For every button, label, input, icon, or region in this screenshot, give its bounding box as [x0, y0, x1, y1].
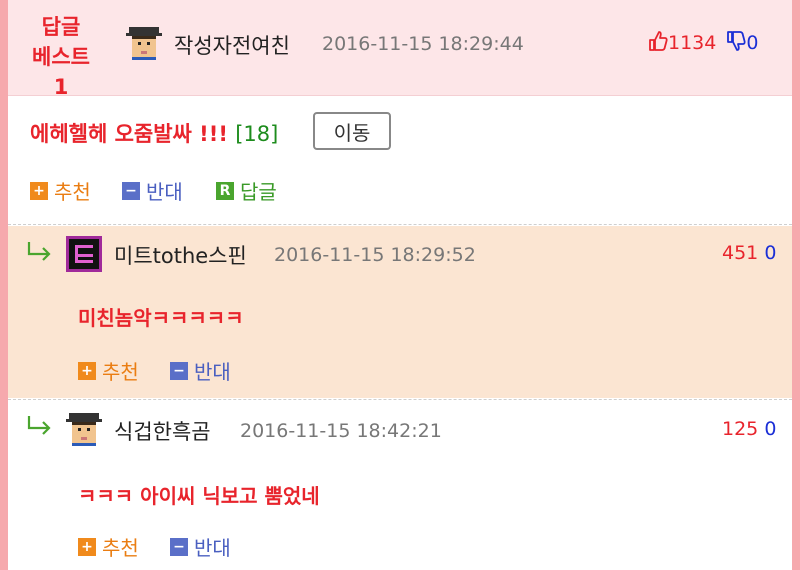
badge-line-2: 베스트1 — [32, 45, 90, 99]
up-vote-count: 1134 — [668, 32, 717, 54]
reply-r-icon: R — [216, 181, 234, 200]
oppose-label: 반대 — [194, 536, 231, 560]
avatar-icon[interactable] — [126, 24, 162, 60]
post-date: 2016-11-15 18:29:44 — [322, 33, 524, 55]
recommend-button[interactable]: + 추천 — [78, 532, 139, 561]
reply-label: 답글 — [240, 180, 277, 204]
reply-text: ㅋㅋㅋ 아이씨 닉보고 뿜었네 — [78, 484, 320, 508]
avatar-icon[interactable] — [66, 410, 102, 446]
thumbs-up-icon[interactable] — [648, 30, 668, 52]
up-vote-count: 125 — [722, 418, 759, 440]
down-vote-count: 0 — [764, 418, 777, 440]
up-vote-count: 451 — [722, 242, 759, 264]
down-vote-count: 0 — [746, 32, 759, 54]
author-name[interactable]: 미트tothe스핀 — [114, 240, 247, 270]
divider — [8, 224, 792, 225]
plus-icon: + — [30, 181, 48, 200]
reply-text: 미친놈악ㅋㅋㅋㅋㅋ — [78, 306, 244, 330]
author-name[interactable]: 식겁한흑곰 — [114, 416, 211, 446]
move-button[interactable]: 이동 — [313, 112, 391, 150]
down-vote-count: 0 — [764, 242, 777, 264]
recommend-button[interactable]: + 추천 — [78, 356, 139, 385]
best-reply-title: 에헤헬헤 오줌발싸 !!! — [30, 122, 228, 146]
minus-icon: − — [170, 361, 188, 380]
reply-arrow-icon — [27, 416, 51, 435]
minus-icon: − — [122, 181, 140, 200]
badge-line-1: 답글 — [41, 15, 81, 39]
best-reply-badge: 답글 베스트1 — [26, 12, 96, 102]
oppose-label: 반대 — [194, 360, 231, 384]
oppose-button[interactable]: − 반대 — [122, 176, 183, 205]
oppose-label: 반대 — [146, 180, 183, 204]
oppose-button[interactable]: − 반대 — [170, 532, 231, 561]
post-date: 2016-11-15 18:29:52 — [274, 244, 476, 266]
recommend-label: 추천 — [102, 360, 139, 384]
plus-icon: + — [78, 361, 96, 380]
thumbs-down-icon[interactable] — [726, 30, 746, 52]
best-reply-header: 답글 베스트1 작성자전여친 2016-11-15 18:29:44 1134 … — [8, 0, 792, 99]
post-date: 2016-11-15 18:42:21 — [240, 420, 442, 442]
minus-icon: − — [170, 537, 188, 556]
reply-arrow-icon — [27, 242, 51, 261]
vote-counts: 1134 0 — [648, 30, 759, 54]
author-name[interactable]: 작성자전여친 — [174, 30, 290, 60]
recommend-button[interactable]: + 추천 — [30, 176, 91, 205]
reply-count: [18] — [235, 122, 279, 146]
comment-panel: 답글 베스트1 작성자전여친 2016-11-15 18:29:44 1134 … — [8, 0, 792, 570]
reply-button[interactable]: R 답글 — [216, 176, 277, 205]
divider — [8, 399, 792, 400]
vote-counts: 125 0 — [722, 418, 776, 440]
best-reply-text[interactable]: 에헤헬헤 오줌발싸 !!! [18] — [30, 118, 278, 148]
recommend-label: 추천 — [102, 536, 139, 560]
oppose-button[interactable]: − 반대 — [170, 356, 231, 385]
vote-counts: 451 0 — [722, 242, 776, 264]
avatar-icon[interactable] — [66, 236, 102, 272]
recommend-label: 추천 — [54, 180, 91, 204]
plus-icon: + — [78, 537, 96, 556]
